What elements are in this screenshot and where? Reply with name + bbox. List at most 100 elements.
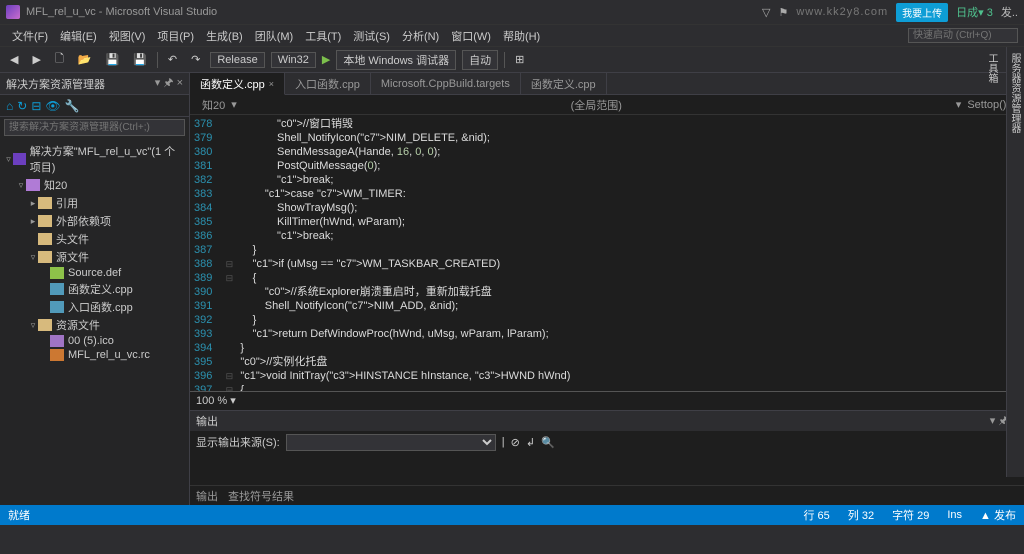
show-all-icon[interactable]: 👁 [45,99,60,113]
tree-arrow-icon[interactable]: ▿ [16,180,26,191]
fold-icon[interactable] [222,341,236,355]
menu-item[interactable]: 视图(V) [103,26,152,46]
code-line[interactable]: } [240,341,1020,355]
tree-row[interactable]: ▸ 引用 [0,194,189,212]
platform-select[interactable]: Win32 [271,52,316,68]
code-line[interactable]: "c1">case "c7">WM_TIMER: [240,187,1020,201]
redo-icon[interactable]: ↷ [187,52,204,67]
code-line[interactable]: "c1">if (uMsg == "c7">WM_TASKBAR_CREATED… [240,257,1020,271]
fold-icon[interactable]: ⊟ [222,271,236,285]
nav-fwd-icon[interactable]: ▶ [28,52,44,67]
menu-item[interactable]: 工具(T) [299,26,347,46]
new-file-icon[interactable]: 🗋 [51,49,68,70]
home-icon[interactable]: ⌂ [6,99,13,113]
fold-icon[interactable] [222,215,236,229]
menu-item[interactable]: 文件(F) [6,26,54,46]
properties-icon[interactable]: 🔧 [65,99,80,113]
menu-item[interactable]: 编辑(E) [54,26,103,46]
undo-icon[interactable]: ↶ [164,52,181,67]
menu-item[interactable]: 生成(B) [200,26,249,46]
rail-server-explorer[interactable]: 服务器资源管理器 [1007,53,1022,471]
save-all-icon[interactable]: 💾 [129,52,151,67]
editor[interactable]: 3783793803813823833843853863873883893903… [190,115,1024,391]
debug-auto[interactable]: 自动 [462,50,498,70]
quick-launch-input[interactable] [908,28,1018,43]
fold-icon[interactable] [222,131,236,145]
process-icon[interactable]: ⊞ [511,52,528,67]
editor-tab[interactable]: Microsoft.CppBuild.targets [371,73,521,94]
fold-margin[interactable]: ⊟⊟⊟⊟ [222,115,236,391]
code-line[interactable]: { [240,383,1020,391]
code-line[interactable]: SendMessageA(Hande, 16, 0, 0); [240,145,1020,159]
code-line[interactable]: } [240,243,1020,257]
code-line[interactable]: Shell_NotifyIcon("c7">NIM_DELETE, &nid); [240,131,1020,145]
clear-icon[interactable]: ⊘ [511,436,520,449]
tree-arrow-icon[interactable]: ▿ [28,252,38,263]
fold-icon[interactable] [222,327,236,341]
tree-row[interactable]: ▿ 解决方案"MFL_rel_u_vc"(1 个项目) [0,142,189,176]
code-line[interactable]: "c1">void InitTray("c3">HINSTANCE hInsta… [240,369,1020,383]
fold-icon[interactable] [222,159,236,173]
code-line[interactable]: } [240,313,1020,327]
output-tab-output[interactable]: 输出 [196,488,218,504]
menu-item[interactable]: 窗口(W) [445,26,497,46]
scope-project[interactable]: 知20 [196,97,231,113]
tree-row[interactable]: 入口函数.cpp [0,298,189,316]
refresh-icon[interactable]: ↻ [17,99,27,113]
menu-item[interactable]: 团队(M) [249,26,300,46]
tree-row[interactable]: ▿ 知20 [0,176,189,194]
solution-search-input[interactable] [4,119,185,136]
fold-icon[interactable] [222,117,236,131]
pin-icon[interactable]: ▾ 🖈 × [155,74,183,93]
tree-row[interactable]: 函数定义.cpp [0,280,189,298]
status-publish[interactable]: ▲ 发布 [980,507,1016,523]
code-line[interactable]: KillTimer(hWnd, wParam); [240,215,1020,229]
fold-icon[interactable] [222,201,236,215]
play-icon[interactable]: ▶ [322,53,330,66]
filter-icon[interactable]: ▽ [762,6,770,19]
code-line[interactable]: "c1">break; [240,229,1020,243]
fold-icon[interactable]: ⊟ [222,383,236,391]
find-icon[interactable]: 🔍 [541,436,555,449]
config-select[interactable]: Release [210,52,264,68]
output-body[interactable] [190,453,1024,485]
code-line[interactable]: Shell_NotifyIcon("c7">NIM_ADD, &nid); [240,299,1020,313]
fold-icon[interactable] [222,187,236,201]
fold-icon[interactable] [222,173,236,187]
menu-item[interactable]: 分析(N) [396,26,445,46]
fold-icon[interactable]: ⊟ [222,369,236,383]
code-line[interactable]: "c0">//实例化托盘 [240,355,1020,369]
menu-item[interactable]: 帮助(H) [497,26,546,46]
tree-row[interactable]: 00 (5).ico [0,334,189,348]
fold-icon[interactable] [222,285,236,299]
upload-badge[interactable]: 我要上传 [896,3,948,22]
scope-namespace[interactable]: (全局范围) [237,97,956,113]
code-line[interactable]: ShowTrayMsg(); [240,201,1020,215]
fold-icon[interactable] [222,243,236,257]
fold-icon[interactable] [222,355,236,369]
editor-tab[interactable]: 函数定义.cpp [521,73,607,94]
code-line[interactable]: "c1">return DefWindowProc(hWnd, uMsg, wP… [240,327,1020,341]
tree-arrow-icon[interactable]: ▸ [28,216,38,227]
tree-row[interactable]: ▿ 源文件 [0,248,189,266]
nav-back-icon[interactable]: ◀ [6,52,22,67]
code-line[interactable]: { [240,271,1020,285]
code-area[interactable]: "c0">//窗口销毁 Shell_NotifyIcon("c7">NIM_DE… [236,115,1024,391]
menu-item[interactable]: 测试(S) [347,26,396,46]
wrap-icon[interactable]: ↲ [526,436,535,449]
tree-arrow-icon[interactable]: ▿ [4,154,13,165]
rail-toolbox[interactable]: 工具箱 [984,53,999,471]
code-line[interactable]: "c0">//窗口销毁 [240,117,1020,131]
solution-tree[interactable]: ▿ 解决方案"MFL_rel_u_vc"(1 个项目) ▿ 知20 ▸ 引用 ▸… [0,138,189,505]
tree-arrow-icon[interactable]: ▿ [28,320,38,331]
editor-tab[interactable]: 入口函数.cpp [285,73,371,94]
tree-row[interactable]: ▿ 资源文件 [0,316,189,334]
fold-icon[interactable]: ⊟ [222,257,236,271]
code-line[interactable]: PostQuitMessage(0); [240,159,1020,173]
collapse-icon[interactable]: ⊟ [31,99,41,113]
feedback[interactable]: 发.. [1001,4,1018,20]
fold-icon[interactable] [222,313,236,327]
tree-row[interactable]: 头文件 [0,230,189,248]
output-source-select[interactable] [286,434,496,451]
fold-icon[interactable] [222,145,236,159]
